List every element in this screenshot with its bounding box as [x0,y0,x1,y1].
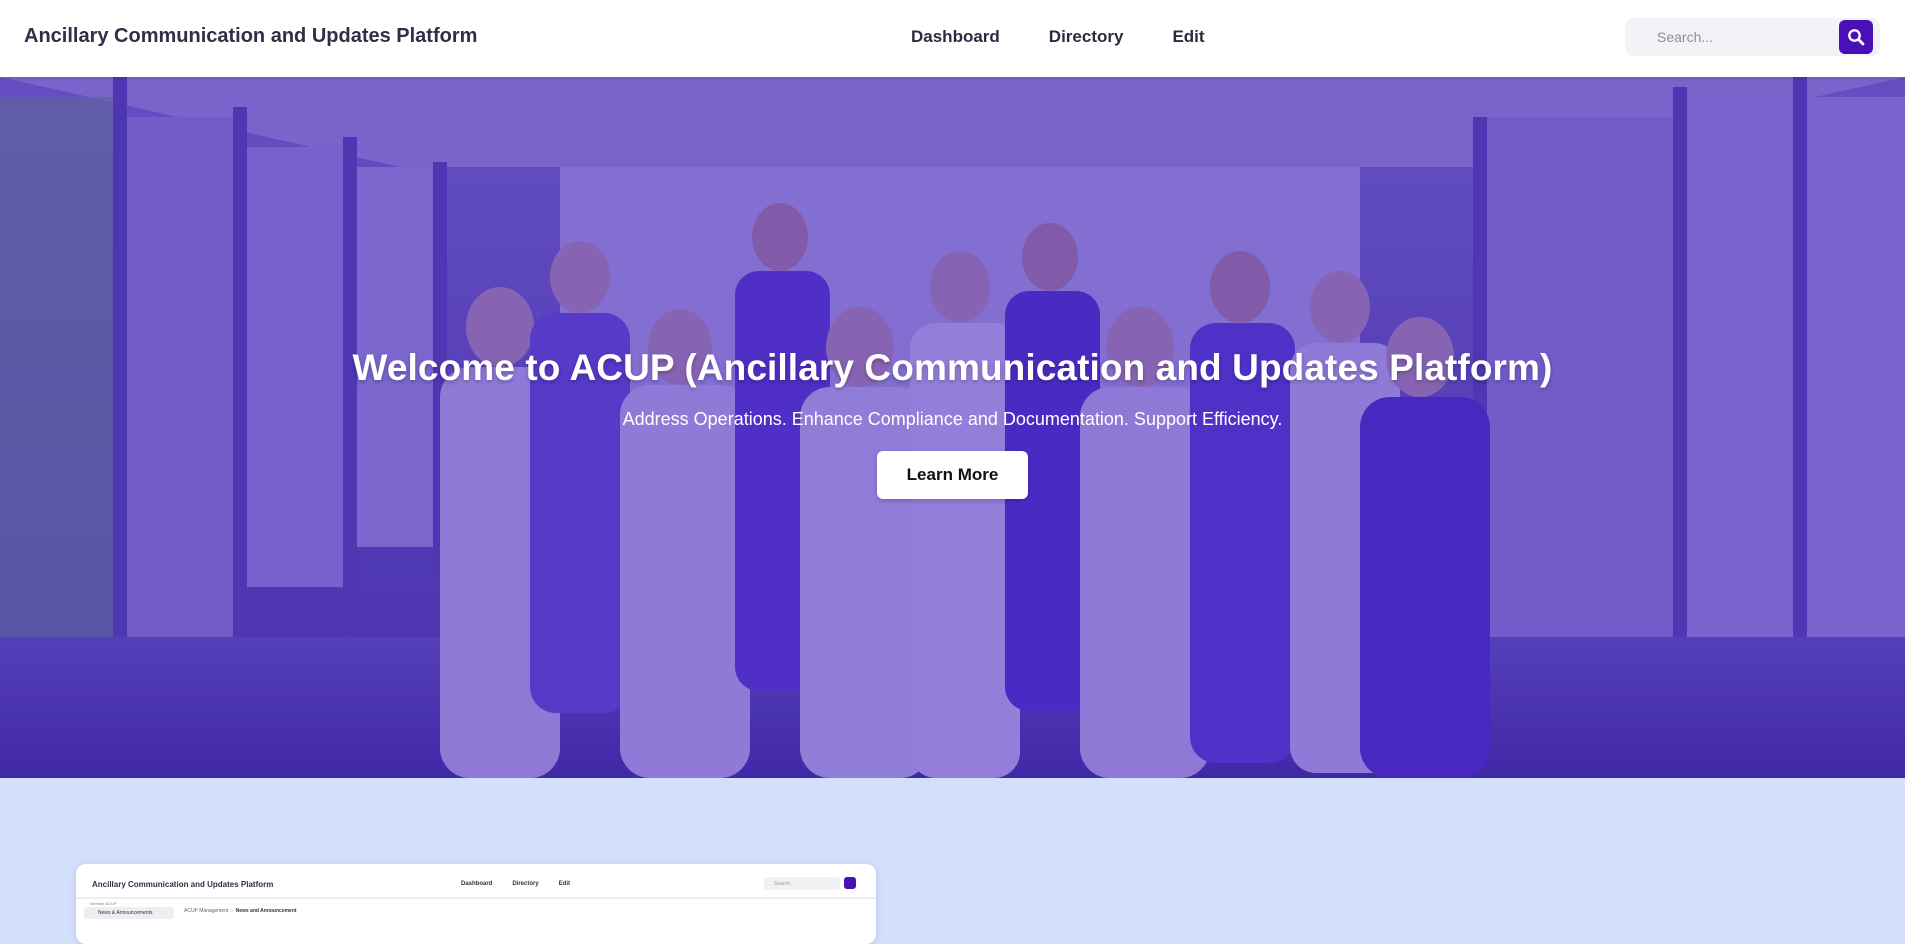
preview-nav-directory: Directory [512,881,539,887]
preview-breadcrumb-root: ACUP Management [184,908,229,914]
brand-title[interactable]: Ancillary Communication and Updates Plat… [24,25,477,48]
learn-more-button[interactable]: Learn More [877,451,1028,499]
search-icon [1848,29,1865,46]
hero-subtitle: Address Operations. Enhance Compliance a… [622,409,1283,429]
preview-nav-edit: Edit [558,881,571,887]
search-button[interactable] [1839,20,1873,54]
preview-breadcrumb: ACUP Management › News and Announcement [184,908,297,914]
hero-title: Welcome to ACUP (Ancillary Communication… [352,347,1553,388]
preview-search-icon [844,877,856,889]
preview-nav-dashboard: Dashboard [461,881,493,887]
nav-edit[interactable]: Edit [1172,27,1204,47]
preview-brand: Ancillary Communication and Updates Plat… [92,880,274,889]
app-preview-card: Ancillary Communication and Updates Plat… [76,864,876,944]
main-nav: Dashboard Directory Edit [911,27,1254,47]
nav-dashboard[interactable]: Dashboard [911,27,1000,47]
nav-directory[interactable]: Directory [1049,27,1124,47]
preview-sidebar-item: News & Announcements [84,907,174,919]
search-input[interactable] [1625,18,1835,56]
hero-content: Welcome to ACUP (Ancillary Communication… [0,347,1905,499]
search-box [1625,18,1880,56]
preview-nav: Dashboard Directory Edit [461,881,570,887]
hero-section: Welcome to ACUP (Ancillary Communication… [0,77,1905,778]
top-navbar: Ancillary Communication and Updates Plat… [0,0,1905,77]
preview-search: Search... [764,877,840,890]
preview-divider [76,897,876,899]
preview-sidebar-caption: Member ACUP [90,901,117,906]
preview-breadcrumb-current: News and Announcement [235,908,297,914]
